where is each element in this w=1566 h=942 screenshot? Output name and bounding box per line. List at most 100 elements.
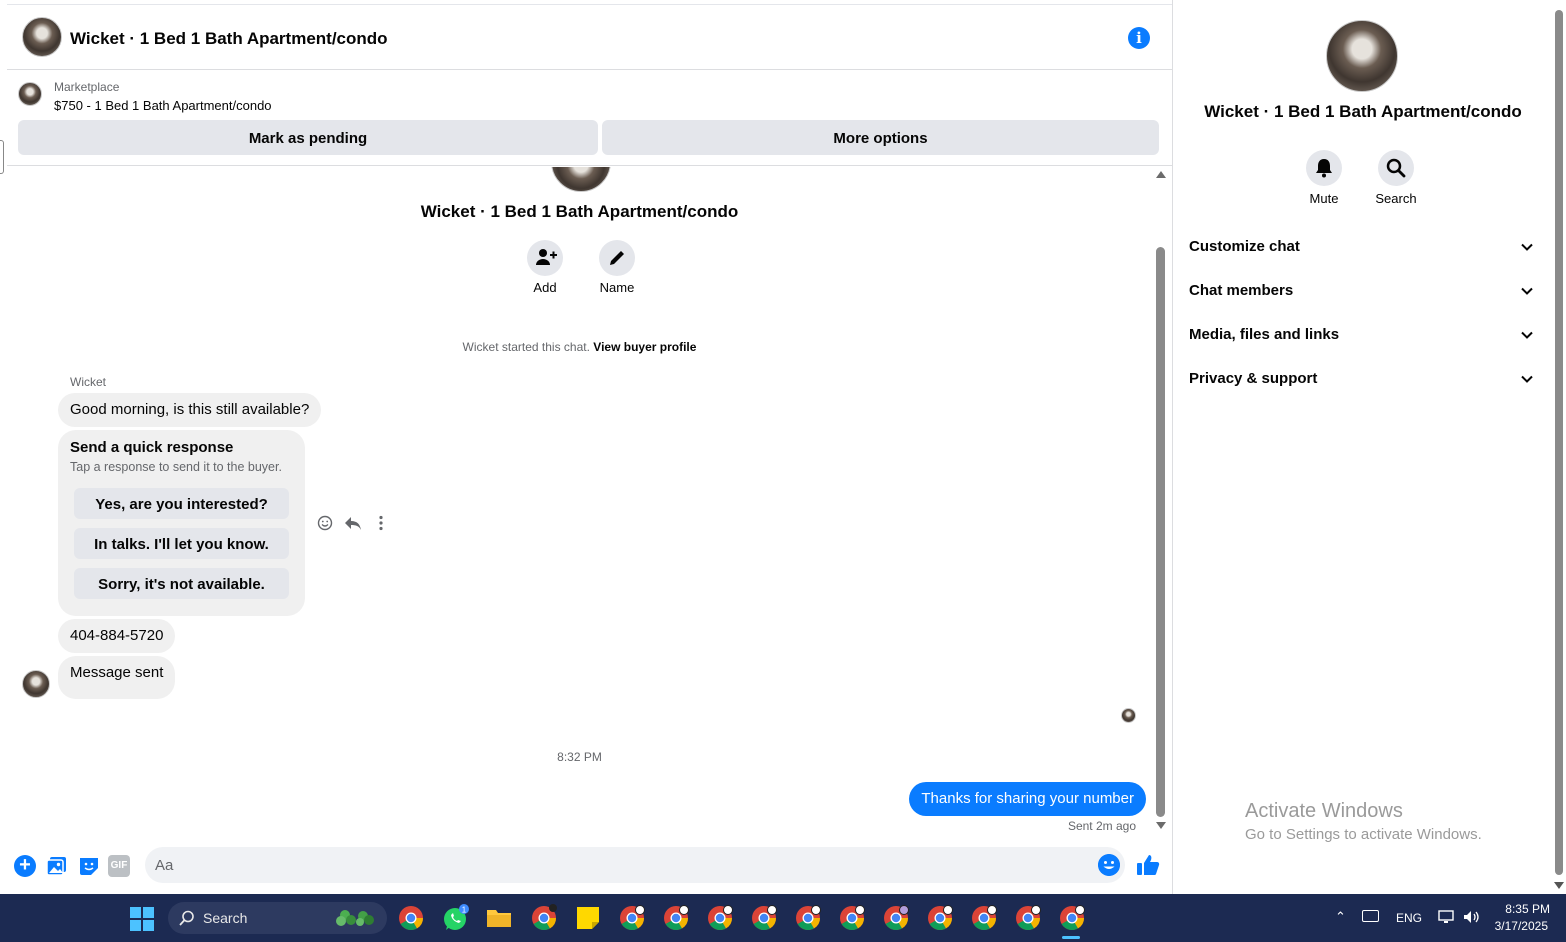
listing-bar: Marketplace $750 - 1 Bed 1 Bath Apartmen… (7, 70, 1172, 166)
quick-response-button[interactable]: Sorry, it's not available. (74, 568, 289, 599)
keyboard-icon[interactable] (1362, 910, 1379, 922)
outgoing-message-bubble[interactable]: Thanks for sharing your number (909, 782, 1146, 816)
section-label: Media, files and links (1189, 326, 1340, 343)
chat-started-notice: Wicket started this chat. View buyer pro… (7, 340, 1152, 354)
plus-icon[interactable]: + (14, 855, 36, 877)
chrome-profile-icon[interactable] (706, 904, 734, 932)
page-scroll-down-arrow[interactable] (1554, 882, 1564, 889)
clock-date[interactable]: 3/17/2025 (1488, 919, 1548, 933)
active-app-indicator (1062, 936, 1080, 939)
quick-response-subtitle: Tap a response to send it to the buyer. (70, 460, 282, 474)
edit-name-button[interactable] (599, 240, 635, 276)
section-privacy-support[interactable]: Privacy & support (1181, 359, 1545, 399)
sticker-icon[interactable] (78, 855, 100, 877)
taskbar-search[interactable]: Search (168, 902, 387, 934)
emoji-icon[interactable] (1098, 854, 1120, 876)
shamrock-icon (336, 910, 374, 926)
chat-title[interactable]: Wicket · 1 Bed 1 Bath Apartment/condo (70, 29, 388, 49)
thumbs-up-icon[interactable] (1135, 852, 1161, 878)
conversation-avatar (551, 167, 611, 192)
scroll-up-arrow[interactable] (1156, 171, 1166, 178)
activate-windows-watermark: Activate Windows Go to Settings to activ… (1245, 800, 1482, 843)
search-icon (179, 910, 194, 926)
reply-icon[interactable] (343, 513, 363, 533)
name-label: Name (599, 280, 635, 295)
listing-title[interactable]: $750 - 1 Bed 1 Bath Apartment/condo (54, 98, 272, 113)
quick-response-card: Send a quick response Tap a response to … (58, 430, 305, 616)
message-input[interactable] (145, 847, 1125, 883)
tray-chevron-up-icon[interactable]: ⌃ (1335, 909, 1346, 925)
gif-icon[interactable]: GIF (108, 855, 130, 877)
network-icon[interactable] (1437, 909, 1455, 925)
mute-label: Mute (1309, 191, 1339, 206)
more-options-button[interactable]: More options (602, 120, 1159, 155)
message-status: Sent 2m ago (1067, 819, 1136, 833)
chrome-profile-icon[interactable] (970, 904, 998, 932)
photo-icon[interactable] (46, 855, 68, 877)
whatsapp-badge: 1 (462, 906, 467, 915)
details-panel: Wicket · 1 Bed 1 Bath Apartment/condo Mu… (1172, 0, 1552, 894)
chrome-icon[interactable] (530, 904, 558, 932)
listing-thumbnail[interactable] (18, 82, 42, 106)
chrome-profile-icon[interactable] (838, 904, 866, 932)
whatsapp-icon[interactable]: 1 (442, 904, 470, 932)
started-text: Wicket started this chat. (462, 340, 590, 354)
message-timestamp: 8:32 PM (557, 750, 602, 764)
search-label: Search (1375, 191, 1417, 206)
left-edge (0, 0, 7, 894)
sender-name: Wicket (70, 375, 106, 389)
quick-response-button[interactable]: In talks. I'll let you know. (74, 528, 289, 559)
panel-title: Wicket · 1 Bed 1 Bath Apartment/condo (1204, 102, 1522, 121)
section-media-files-links[interactable]: Media, files and links (1181, 315, 1545, 355)
panel-avatar[interactable] (1326, 20, 1398, 92)
composer: + GIF (7, 843, 1172, 894)
chat-avatar[interactable] (22, 17, 62, 57)
windows-start-icon[interactable] (130, 907, 154, 931)
scroll-down-arrow[interactable] (1156, 822, 1166, 829)
section-label: Privacy & support (1189, 370, 1318, 387)
language-indicator[interactable]: ENG (1396, 911, 1422, 925)
message-list[interactable]: Wicket · 1 Bed 1 Bath Apartment/condo Ad… (7, 167, 1152, 843)
chat-column: Wicket · 1 Bed 1 Bath Apartment/condo i … (0, 0, 1172, 894)
mute-button[interactable] (1306, 150, 1342, 186)
scroll-thumb[interactable] (1156, 247, 1165, 817)
read-receipt-avatar (1121, 708, 1136, 723)
chrome-profile-icon[interactable] (750, 904, 778, 932)
chrome-profile-icon[interactable] (1014, 904, 1042, 932)
quick-response-title: Send a quick response (70, 439, 234, 456)
volume-icon[interactable] (1462, 909, 1480, 925)
page-scroll-thumb[interactable] (1555, 10, 1563, 875)
chrome-profile-icon[interactable] (926, 904, 954, 932)
add-person-button[interactable] (527, 240, 563, 276)
quick-response-button[interactable]: Yes, are you interested? (74, 488, 289, 519)
search-in-chat-button[interactable] (1378, 150, 1414, 186)
chrome-profile-icon[interactable] (618, 904, 646, 932)
info-icon[interactable]: i (1128, 27, 1150, 49)
message-bubble[interactable]: Good morning, is this still available? (58, 393, 322, 427)
section-chat-members[interactable]: Chat members (1181, 271, 1545, 311)
react-emoji-icon[interactable] (315, 513, 335, 533)
section-label: Chat members (1189, 282, 1294, 299)
more-vertical-icon[interactable] (371, 513, 391, 533)
chrome-profile-icon[interactable] (662, 904, 690, 932)
chat-scrollbar[interactable] (1152, 167, 1172, 843)
view-buyer-profile-link[interactable]: View buyer profile (593, 340, 696, 354)
section-customize-chat[interactable]: Customize chat (1181, 227, 1545, 267)
message-bubble[interactable]: Message sent (58, 656, 176, 699)
mark-as-pending-button[interactable]: Mark as pending (18, 120, 598, 155)
collapse-handle[interactable] (0, 140, 4, 174)
message-tools (315, 513, 395, 533)
page-scrollbar[interactable] (1552, 0, 1566, 894)
file-explorer-icon[interactable] (485, 904, 513, 932)
chrome-profile-icon[interactable] (794, 904, 822, 932)
chevron-down-icon (1521, 243, 1533, 251)
section-label: Customize chat (1189, 238, 1300, 255)
add-label: Add (533, 280, 557, 295)
chrome-profile-icon[interactable] (882, 904, 910, 932)
chrome-icon[interactable] (397, 904, 425, 932)
message-bubble[interactable]: 404-884-5720 (58, 619, 176, 653)
chrome-profile-icon-active[interactable] (1058, 904, 1086, 932)
clock-time[interactable]: 8:35 PM (1490, 902, 1550, 916)
sticky-notes-icon[interactable] (574, 904, 602, 932)
buyer-avatar[interactable] (22, 670, 50, 698)
